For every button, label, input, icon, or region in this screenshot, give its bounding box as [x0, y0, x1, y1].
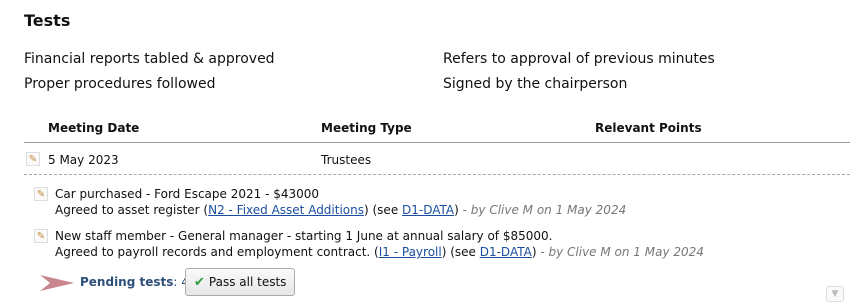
note-title: Car purchased - Ford Escape 2021 - $4300… [55, 187, 320, 201]
chevron-down-icon[interactable]: ▼ [826, 286, 844, 302]
schedule-link[interactable]: I1 - Payroll [379, 245, 442, 259]
note-item: ✎ New staff member - General manager - s… [34, 228, 704, 260]
section-title: Tests [24, 11, 71, 30]
table-row: ✎ 5 May 2023 Trustees [24, 146, 850, 175]
note-title: New staff member - General manager - sta… [55, 229, 553, 243]
note-detail: Agreed to payroll records and employment… [55, 245, 704, 259]
table-header: Meeting Date Meeting Type Relevant Point… [24, 116, 850, 143]
test-item: Financial reports tabled & approved [24, 51, 275, 67]
column-header-relevant-points: Relevant Points [595, 121, 702, 135]
pencil-icon[interactable]: ✎ [34, 187, 48, 201]
test-item: Refers to approval of previous minutes [443, 51, 715, 67]
note-meta: - by Clive M on 1 May 2024 [536, 245, 704, 259]
column-header-meeting-type: Meeting Type [321, 121, 412, 135]
pencil-icon[interactable]: ✎ [26, 152, 40, 166]
data-link[interactable]: D1-DATA [402, 203, 454, 217]
note-meta: - by Clive M on 1 May 2024 [458, 203, 627, 217]
arrow-right-icon [40, 275, 74, 291]
test-item: Proper procedures followed [24, 76, 216, 92]
data-link[interactable]: D1-DATA [480, 245, 532, 259]
note-detail: Agreed to asset register (N2 - Fixed Ass… [55, 203, 627, 217]
test-item: Signed by the chairperson [443, 76, 628, 92]
check-icon: ✔ [194, 274, 205, 290]
pass-all-tests-button[interactable]: ✔ Pass all tests [185, 268, 296, 296]
note-item: ✎ Car purchased - Ford Escape 2021 - $43… [34, 186, 626, 218]
meeting-date-cell: 5 May 2023 [48, 153, 119, 167]
schedule-link[interactable]: N2 - Fixed Asset Additions [208, 203, 364, 217]
pencil-icon[interactable]: ✎ [34, 229, 48, 243]
meeting-type-cell: Trustees [321, 153, 372, 167]
pending-tests-label: Pending tests: 4 [80, 275, 189, 289]
column-header-meeting-date: Meeting Date [48, 121, 140, 135]
